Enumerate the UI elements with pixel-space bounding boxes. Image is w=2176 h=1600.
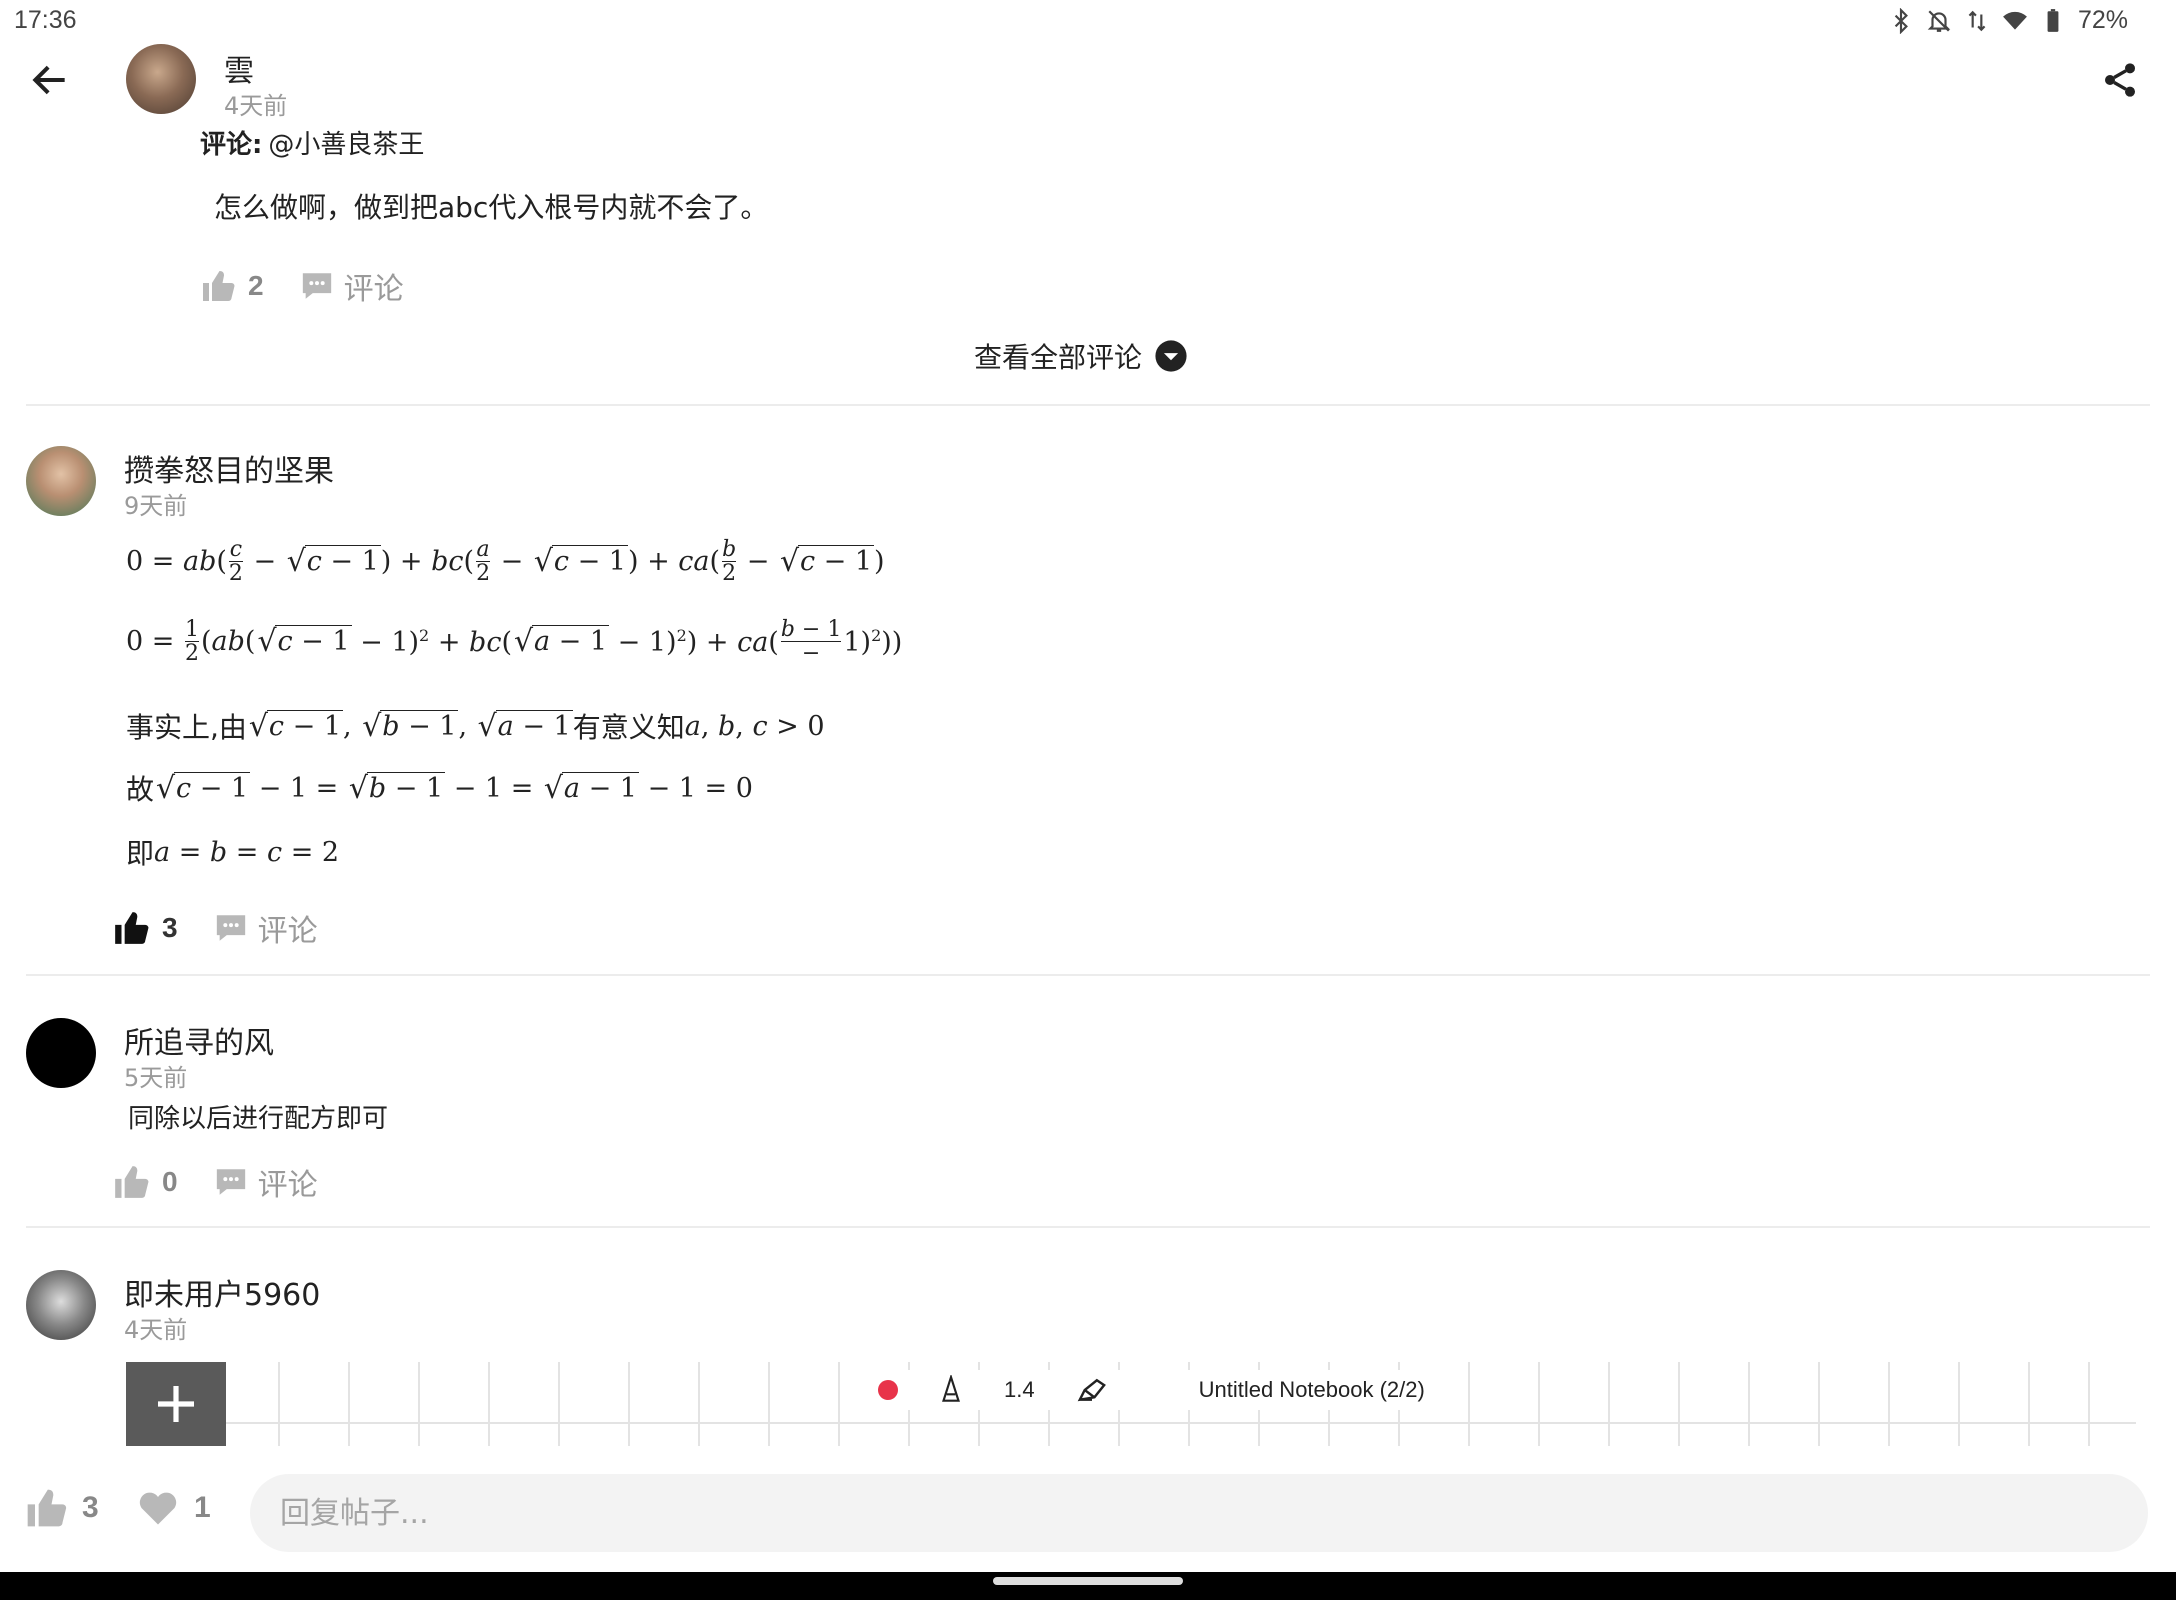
post-time: 4天前 [224, 92, 288, 120]
reply-target[interactable]: @小善良茶王 [268, 124, 424, 161]
comment-bubble-icon [216, 915, 245, 941]
thumbs-up-icon [203, 271, 235, 301]
thumbs-up-icon [27, 1489, 67, 1527]
reply-context: 评论: @小善良茶王 [200, 124, 424, 161]
thumbs-up-icon [115, 912, 149, 944]
data-arrows-icon [1968, 10, 1986, 31]
like-count: 3 [162, 912, 178, 943]
post-like-button[interactable]: 3 [24, 1486, 99, 1530]
math-line-3: 事实上, 由 c − 1, b − 1, a − 1 有意义知 a, b, c … [126, 706, 825, 746]
notebook-title[interactable]: Untitled Notebook (2/2) [1199, 1377, 1425, 1403]
pen-tool-icon[interactable] [938, 1375, 964, 1405]
back-button[interactable] [28, 58, 72, 102]
math-text: 即 [126, 837, 155, 870]
comment-author[interactable]: 攒拳怒目的坚果 [124, 446, 334, 490]
math-text: 有意义知 [572, 711, 685, 744]
post-heart-count: 1 [194, 1491, 211, 1524]
notebook-baseline [226, 1422, 2136, 1424]
avatar[interactable] [26, 446, 96, 516]
math-text: 故 [126, 773, 155, 806]
like-button[interactable]: 0 [112, 1163, 178, 1201]
bluetooth-icon [1894, 7, 1908, 34]
comment-time: 9天前 [124, 492, 188, 520]
avatar[interactable] [26, 1270, 96, 1340]
view-all-label: 查看全部评论 [974, 341, 1143, 374]
divider [26, 404, 2150, 406]
add-page-button[interactable] [126, 1362, 226, 1446]
notebook-toolbar: 1.4 Untitled Notebook (2/2) [126, 1362, 2136, 1446]
like-count: 0 [162, 1166, 178, 1197]
comment-author[interactable]: 所追寻的风 [124, 1018, 274, 1062]
mute-bell-icon [1927, 9, 1951, 32]
comment-text: 同除以后进行配方即可 [128, 1104, 389, 1134]
chevron-down-circle-icon [1155, 340, 1187, 372]
divider [26, 1226, 2150, 1228]
stylus-icon[interactable] [1075, 1375, 1109, 1405]
like-button[interactable]: 3 [112, 909, 178, 947]
share-button[interactable] [2100, 60, 2140, 100]
avatar[interactable] [126, 44, 196, 114]
math-line-5: 即 a = b = c = 2 [126, 832, 339, 872]
comment-label: 评论 [257, 1168, 318, 1203]
plus-icon [158, 1386, 194, 1422]
wifi-icon [2003, 11, 2027, 30]
notebook-zoom[interactable]: 1.4 [1004, 1377, 1035, 1403]
post-author[interactable]: 雲 [224, 46, 254, 90]
like-button[interactable]: 2 [200, 268, 264, 304]
comment-actions: 0 评论 [112, 1160, 318, 1204]
comment-bubble-icon [302, 273, 331, 299]
comment-author[interactable]: 即未用户5960 [124, 1270, 320, 1314]
status-time: 17:36 [14, 6, 77, 34]
comment-button[interactable]: 评论 [300, 264, 404, 308]
notebook-tools: 1.4 Untitled Notebook (2/2) [866, 1370, 1437, 1410]
comment-actions: 3 评论 [112, 906, 318, 950]
top-comment-actions: 2 评论 [200, 264, 404, 308]
top-comment-text: 怎么做啊，做到把abc代入根号内就不会了。 [214, 191, 769, 224]
view-all-comments[interactable]: 查看全部评论 [974, 336, 1188, 376]
post-like-count: 3 [82, 1491, 99, 1524]
share-icon [2105, 63, 2135, 97]
reply-box[interactable] [250, 1474, 2148, 1552]
math-text: 事实上, [126, 711, 219, 744]
thumbs-up-icon [115, 1166, 149, 1198]
comment-button[interactable]: 评论 [214, 906, 318, 950]
battery-icon [2047, 8, 2059, 32]
heart-icon [139, 1492, 177, 1525]
avatar[interactable] [26, 1018, 96, 1088]
divider [26, 974, 2150, 976]
math-line-2: 0 = 12 (ab(c − 1 − 1)2 + bc( a − 1 − 1)2… [126, 618, 902, 665]
comment-time: 4天前 [124, 1316, 188, 1344]
reply-input[interactable] [250, 1474, 2148, 1552]
comment-time: 5天前 [124, 1064, 188, 1092]
comment-button[interactable]: 评论 [214, 1160, 318, 1204]
comment-label: 评论 [343, 272, 404, 307]
home-gesture-handle[interactable] [993, 1577, 1183, 1585]
arrow-left-icon [32, 65, 65, 95]
like-count: 2 [248, 270, 264, 301]
reply-label: 评论: [200, 130, 263, 160]
status-icons: 72% [1888, 6, 2128, 35]
post-heart-button[interactable]: 1 [136, 1486, 211, 1530]
comment-label: 评论 [257, 914, 318, 949]
record-dot-icon[interactable] [878, 1380, 898, 1400]
battery-percent: 72% [2077, 6, 2128, 34]
math-line-4: 故 c − 1 − 1 = b − 1 − 1 = a − 1 − 1 = 0 [126, 768, 753, 808]
math-line-1: 0 = ab( c2 − c − 1 ) + bc( a2 − c − 1 ) … [126, 538, 885, 585]
math-text: 由 [218, 711, 247, 744]
comment-bubble-icon [216, 1169, 245, 1195]
